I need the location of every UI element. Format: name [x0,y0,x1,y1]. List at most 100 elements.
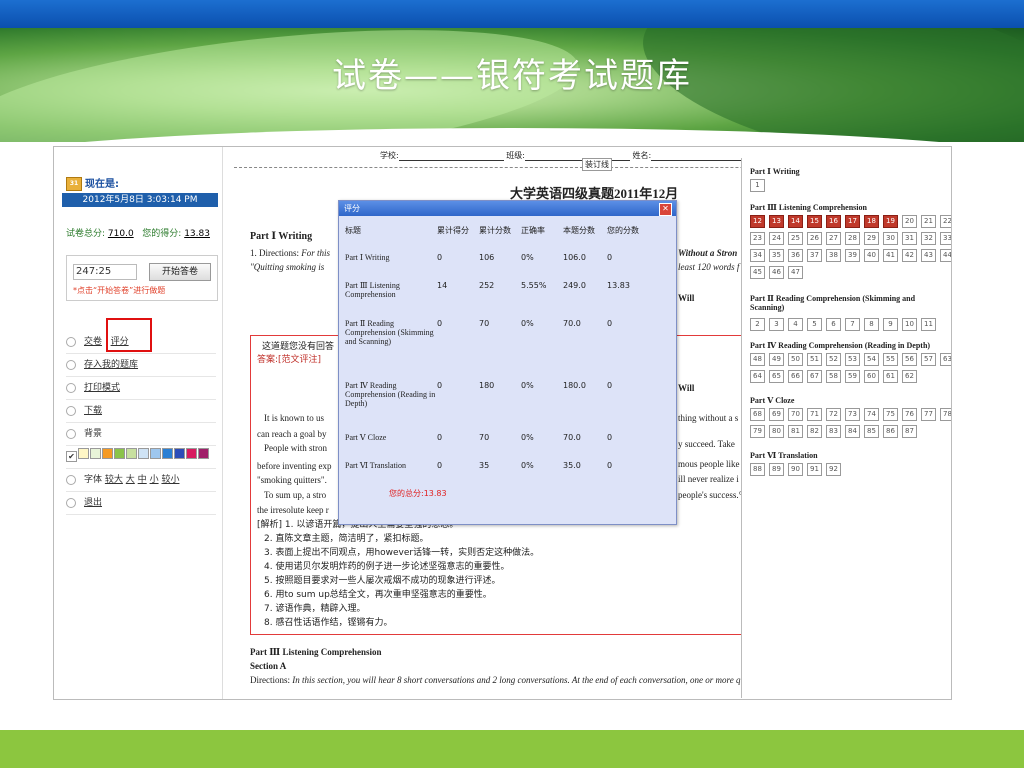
save-to-bank-link[interactable]: 存入我的题库 [84,360,138,370]
question-number-button[interactable]: 24 [769,232,784,245]
question-number-button[interactable]: 15 [807,215,822,228]
question-number-button[interactable]: 82 [807,425,822,438]
question-number-button[interactable]: 40 [864,249,879,262]
question-number-button[interactable]: 75 [883,408,898,421]
color-swatch[interactable] [138,448,149,459]
question-number-button[interactable]: 14 [788,215,803,228]
color-swatch[interactable]: ✔ [66,451,77,462]
download-link[interactable]: 下载 [84,406,102,416]
exit-link[interactable]: 退出 [84,498,102,508]
question-number-button[interactable]: 63 [940,353,951,366]
question-number-button[interactable]: 34 [750,249,765,262]
question-number-button[interactable]: 46 [769,266,784,279]
color-swatch[interactable] [150,448,161,459]
question-number-button[interactable]: 12 [750,215,765,228]
font-big-link[interactable]: 大 [126,475,135,485]
school-field[interactable] [398,151,504,161]
question-number-button[interactable]: 28 [845,232,860,245]
question-number-button[interactable]: 65 [769,370,784,383]
question-number-button[interactable]: 13 [769,215,784,228]
question-number-button[interactable]: 72 [826,408,841,421]
font-bigger-link[interactable]: 较大 [105,475,123,485]
font-mid-link[interactable]: 中 [138,475,147,485]
question-number-button[interactable]: 88 [750,463,765,476]
question-number-button[interactable]: 23 [750,232,765,245]
question-number-button[interactable]: 8 [864,318,879,331]
font-small-link[interactable]: 小 [150,475,159,485]
question-number-button[interactable]: 49 [769,353,784,366]
question-number-button[interactable]: 71 [807,408,822,421]
name-field[interactable] [651,151,752,161]
question-number-button[interactable]: 79 [750,425,765,438]
question-number-button[interactable]: 32 [921,232,936,245]
start-answer-button[interactable]: 开始答卷 [149,263,211,281]
question-number-button[interactable]: 60 [864,370,879,383]
question-number-button[interactable]: 78 [940,408,951,421]
question-number-button[interactable]: 56 [902,353,917,366]
question-number-button[interactable]: 48 [750,353,765,366]
question-number-button[interactable]: 92 [826,463,841,476]
question-number-button[interactable]: 62 [902,370,917,383]
question-number-button[interactable]: 18 [864,215,879,228]
question-number-button[interactable]: 59 [845,370,860,383]
question-number-button[interactable]: 54 [864,353,879,366]
question-number-button[interactable]: 10 [902,318,917,331]
question-number-button[interactable]: 89 [769,463,784,476]
question-number-button[interactable]: 20 [902,215,917,228]
question-number-button[interactable]: 50 [788,353,803,366]
question-number-button[interactable]: 43 [921,249,936,262]
print-mode-link[interactable]: 打印模式 [84,383,120,393]
question-number-button[interactable]: 85 [864,425,879,438]
question-number-button[interactable]: 81 [788,425,803,438]
question-number-button[interactable]: 58 [826,370,841,383]
question-number-button[interactable]: 7 [845,318,860,331]
question-number-button[interactable]: 74 [864,408,879,421]
question-number-button[interactable]: 11 [921,318,936,331]
question-number-button[interactable]: 26 [807,232,822,245]
question-number-button[interactable]: 87 [902,425,917,438]
submit-link[interactable]: 交卷 [84,337,102,347]
question-number-button[interactable]: 67 [807,370,822,383]
color-swatch[interactable] [174,448,185,459]
question-number-button[interactable]: 47 [788,266,803,279]
question-number-button[interactable]: 69 [769,408,784,421]
question-number-button[interactable]: 80 [769,425,784,438]
question-number-button[interactable]: 55 [883,353,898,366]
question-number-button[interactable]: 3 [769,318,784,331]
question-number-button[interactable]: 37 [807,249,822,262]
color-swatch[interactable] [186,448,197,459]
color-swatch[interactable] [78,448,89,459]
question-number-button[interactable]: 83 [826,425,841,438]
question-number-button[interactable]: 86 [883,425,898,438]
question-number-button[interactable]: 27 [826,232,841,245]
color-swatch[interactable] [90,448,101,459]
question-number-button[interactable]: 73 [845,408,860,421]
question-number-button[interactable]: 39 [845,249,860,262]
question-number-button[interactable]: 1 [750,179,765,192]
question-number-button[interactable]: 22 [940,215,951,228]
question-number-button[interactable]: 38 [826,249,841,262]
close-icon[interactable]: ✕ [659,203,672,216]
question-number-button[interactable]: 33 [940,232,951,245]
question-number-button[interactable]: 5 [807,318,822,331]
question-number-button[interactable]: 16 [826,215,841,228]
color-swatch[interactable] [102,448,113,459]
class-field[interactable] [524,151,630,161]
question-number-button[interactable]: 51 [807,353,822,366]
question-number-button[interactable]: 45 [750,266,765,279]
question-number-button[interactable]: 57 [921,353,936,366]
question-number-button[interactable]: 70 [788,408,803,421]
timer-input[interactable]: 247:25 [73,264,137,280]
question-number-button[interactable]: 44 [940,249,951,262]
question-number-button[interactable]: 77 [921,408,936,421]
question-number-button[interactable]: 19 [883,215,898,228]
question-number-button[interactable]: 35 [769,249,784,262]
question-number-button[interactable]: 41 [883,249,898,262]
question-number-button[interactable]: 31 [902,232,917,245]
question-number-button[interactable]: 64 [750,370,765,383]
question-number-button[interactable]: 36 [788,249,803,262]
question-number-button[interactable]: 52 [826,353,841,366]
question-number-button[interactable]: 53 [845,353,860,366]
color-swatch[interactable] [198,448,209,459]
question-number-button[interactable]: 68 [750,408,765,421]
